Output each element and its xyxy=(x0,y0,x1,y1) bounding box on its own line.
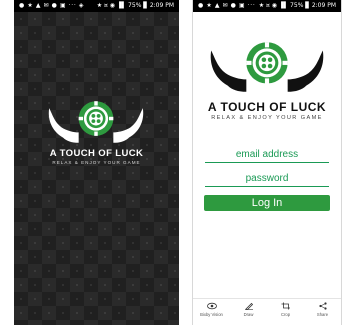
app-tagline: RELAX & ENJOY YOUR GAME xyxy=(211,115,323,121)
casino-chip-logo xyxy=(210,42,324,92)
toolbar-item-share[interactable]: Share xyxy=(304,299,341,325)
password-field[interactable] xyxy=(205,170,329,187)
status-bar: ● ★ ▲ ✉ ● ▣ ··· ◈ ★ ¤ ◉ ▐▌ 75% ▊ 2:09 PM xyxy=(14,0,179,12)
login-button[interactable]: Log In xyxy=(204,195,330,211)
casino-chip-logo xyxy=(48,101,144,143)
diamond-background xyxy=(14,12,179,325)
status-right: ★ ¤ ◉ ▐▌ 75% ▊ 2:09 PM xyxy=(96,2,174,9)
app-title: A TOUCH OF LUCK xyxy=(207,100,327,114)
toolbar-label: Draw xyxy=(243,312,254,317)
login-screen: ● ★ ▲ ✉ ● ▣ ··· ★ ¤ ◉ ▐▌ 75% ▊ 2:09 PM A… xyxy=(193,0,341,325)
draw-icon xyxy=(244,302,253,310)
eye-icon xyxy=(206,302,217,310)
email-field[interactable] xyxy=(205,146,329,163)
splash-screen: ● ★ ▲ ✉ ● ▣ ··· ◈ ★ ¤ ◉ ▐▌ 75% ▊ 2:09 PM… xyxy=(14,0,179,325)
toolbar-item-bixby-vision[interactable]: Bixby Vision xyxy=(193,299,230,325)
app-tagline: RELAX & ENJOY YOUR GAME xyxy=(52,160,141,165)
toolbar-label: Bixby Vision xyxy=(200,312,223,317)
status-icons: ● ★ ▲ ✉ ● ▣ ··· ◈ xyxy=(19,2,85,9)
toolbar-label: Share xyxy=(316,312,329,317)
toolbar-item-draw[interactable]: Draw xyxy=(230,299,267,325)
status-icons: ● ★ ▲ ✉ ● ▣ ··· xyxy=(198,2,256,9)
screenshot-toolbar: Bixby Vision Draw Crop Share xyxy=(193,298,341,325)
crop-icon xyxy=(281,302,290,310)
status-bar: ● ★ ▲ ✉ ● ▣ ··· ★ ¤ ◉ ▐▌ 75% ▊ 2:09 PM xyxy=(193,0,341,12)
share-icon xyxy=(318,302,327,310)
toolbar-label: Crop xyxy=(280,312,291,317)
status-right: ★ ¤ ◉ ▐▌ 75% ▊ 2:09 PM xyxy=(258,2,336,9)
app-title: A TOUCH OF LUCK xyxy=(49,148,144,159)
toolbar-item-crop[interactable]: Crop xyxy=(267,299,304,325)
